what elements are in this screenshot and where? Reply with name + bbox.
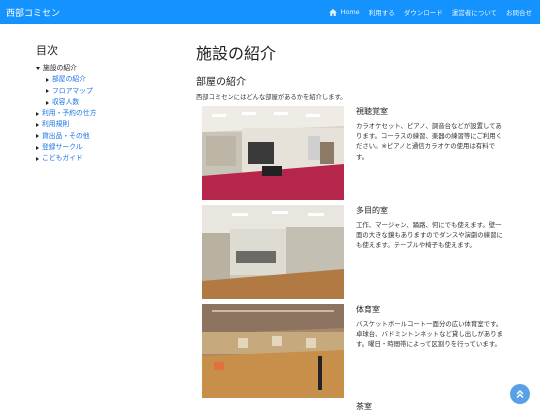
toc-item-label[interactable]: こどもガイド: [42, 153, 83, 164]
section-intro: 西部コミセンにはどんな部屋があるかを紹介します。: [196, 94, 347, 101]
toc-item-facility[interactable]: 施設の紹介: [36, 63, 176, 74]
room-name: 多目的室: [356, 206, 388, 215]
toc-item-capacity[interactable]: 収容人数: [36, 97, 176, 108]
toc-title: 目次: [36, 44, 58, 57]
room-description: カラオケセット、ピアノ、調音台などが設置してあります。コーラスの練習、楽器の練習…: [356, 122, 503, 161]
nav-about[interactable]: 運営者について: [452, 7, 497, 17]
room-name: 茶室: [356, 402, 372, 411]
caret-right-icon[interactable]: [36, 123, 39, 128]
nav-download[interactable]: ダウンロード: [404, 7, 443, 17]
toc-item-reservation[interactable]: 利用・予約の仕方: [36, 108, 176, 119]
room-photo-tearoom: [202, 401, 344, 405]
caret-right-icon[interactable]: [36, 145, 39, 150]
toc-item-kids[interactable]: こどもガイド: [36, 153, 176, 164]
caret-right-icon[interactable]: [36, 134, 39, 139]
toc-item-rentals[interactable]: 貸出品・その他: [36, 131, 176, 142]
room-photo-multipurpose: [202, 205, 344, 299]
toc-item-label[interactable]: 施設の紹介: [43, 63, 77, 74]
toc-item-label[interactable]: 利用・予約の仕方: [42, 108, 96, 119]
toc-item-label[interactable]: 登録サークル: [42, 142, 83, 153]
toc-item-floormap[interactable]: フロアマップ: [36, 86, 176, 97]
site-brand[interactable]: 西部コミセン: [6, 6, 60, 19]
toc-item-rooms[interactable]: 部屋の紹介: [36, 74, 176, 85]
toc-item-label[interactable]: 部屋の紹介: [52, 74, 86, 85]
toc-item-label[interactable]: フロアマップ: [52, 86, 93, 97]
room-text-tearoom: 茶室: [356, 401, 506, 416]
double-chevron-up-icon: [516, 389, 524, 399]
room-photo-gym: [202, 304, 344, 398]
nav-home-label: Home: [340, 8, 360, 16]
scroll-to-top-button[interactable]: [510, 384, 530, 404]
nav-links: Home 利用する ダウンロード 運営者について お問合せ: [320, 0, 532, 24]
room-text-gym: 体育室 バスケットボールコート一面分の広い体育室です。卓球台、バドミントンネット…: [356, 304, 506, 350]
navbar: 西部コミセン Home 利用する ダウンロード 運営者について お問合せ: [0, 0, 540, 24]
caret-down-icon[interactable]: [36, 67, 40, 71]
caret-right-icon: [46, 100, 49, 105]
toc-item-rules[interactable]: 利用規則: [36, 119, 176, 130]
toc-item-label[interactable]: 収容人数: [52, 97, 79, 108]
room-description: バスケットボールコート一面分の広い体育室です。卓球台、バドミントンネットなど貸し…: [356, 320, 504, 349]
main-content: 施設の紹介 部屋の紹介 西部コミセンにはどんな部屋があるかを紹介します。: [196, 40, 526, 106]
home-icon: [329, 8, 338, 16]
room-photo-av: [202, 106, 344, 200]
page-title: 施設の紹介: [196, 44, 277, 63]
room-text-multipurpose: 多目的室 工作、マージャン、踊路、何にでも使えます。壁一面の大きな鏡もありますの…: [356, 205, 506, 251]
table-of-contents: 目次 施設の紹介 部屋の紹介 フロアマップ 収容人数 利用・予約の仕方 利用規則: [36, 42, 176, 165]
nav-home[interactable]: Home: [329, 8, 360, 16]
toc-item-label[interactable]: 利用規則: [42, 119, 69, 130]
section-title: 部屋の紹介: [196, 77, 246, 88]
toc-item-label[interactable]: 貸出品・その他: [42, 131, 90, 142]
caret-right-icon: [46, 89, 49, 94]
caret-right-icon[interactable]: [36, 111, 39, 116]
nav-contact[interactable]: お問合せ: [506, 7, 532, 17]
caret-right-icon[interactable]: [36, 157, 39, 162]
caret-right-icon: [46, 77, 49, 82]
room-text-av: 視聴覚室 カラオケセット、ピアノ、調音台などが設置してあります。コーラスの練習、…: [356, 106, 506, 162]
room-description: 工作、マージャン、踊路、何にでも使えます。壁一面の大きな鏡もありますのでダンスや…: [356, 221, 503, 250]
toc-item-circles[interactable]: 登録サークル: [36, 142, 176, 153]
room-name: 体育室: [356, 305, 380, 314]
nav-use[interactable]: 利用する: [369, 7, 395, 17]
room-name: 視聴覚室: [356, 107, 388, 116]
